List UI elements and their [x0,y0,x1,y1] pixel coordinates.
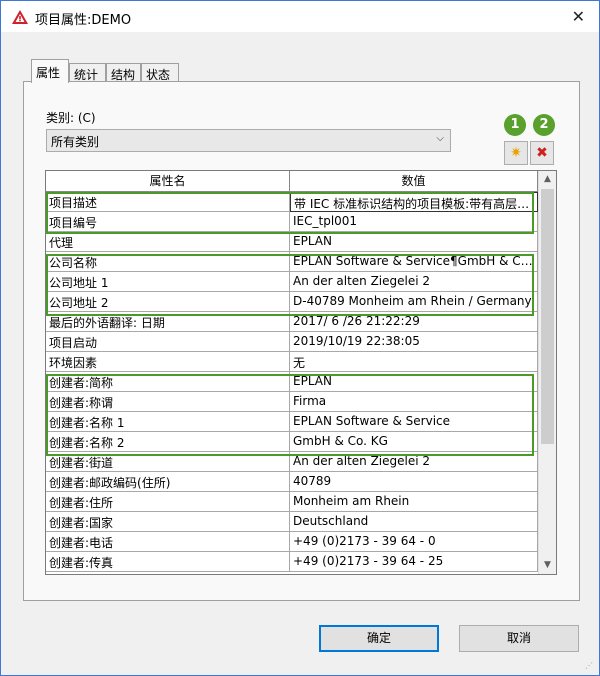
table-row[interactable]: 创建者:名称 1 EPLAN Software & Service [46,412,538,432]
chevron-down-icon: ⌵ [436,133,444,144]
title-bar: 项目属性:DEMO ✕ [1,1,599,32]
property-value-cell[interactable]: 2019/10/19 22:38:05 [290,332,538,352]
property-name-cell[interactable]: 创建者:简称 [46,372,290,392]
property-name-cell[interactable]: 创建者:电话 [46,532,290,552]
property-value-cell[interactable]: GmbH & Co. KG [290,432,538,452]
property-name-cell[interactable]: 项目编号 [46,212,290,232]
eplan-warning-icon [12,10,28,24]
property-name-cell[interactable]: 创建者:街道 [46,452,290,472]
new-property-button[interactable]: ✷ [504,141,528,165]
window-title: 项目属性:DEMO [35,13,132,28]
property-name-cell[interactable]: 创建者:名称 1 [46,412,290,432]
table-header: 属性名 数值 [46,171,538,192]
category-selected-value: 所有类别 [51,135,100,149]
properties-panel: 类别: (C) 所有类别 ⌵ 1 2 ✷ ✖ 属性名 数值 项目描述带 IEC … [23,81,580,601]
property-value-cell[interactable]: 无 [290,352,538,372]
table-row[interactable]: 公司名称 EPLAN Software & Service¶GmbH & Co… [46,252,538,272]
property-name-cell[interactable]: 公司名称 [46,252,290,272]
property-name-cell[interactable]: 创建者:邮政编码(住所) [46,472,290,492]
tab-properties[interactable]: 属性 [31,59,69,83]
scroll-up-icon[interactable]: ▲ [539,171,556,188]
property-value-cell[interactable]: EPLAN Software & Service¶GmbH & Co… [290,252,538,272]
callout-badge-2: 2 [533,114,555,136]
table-row[interactable]: 创建者:传真 +49 (0)2173 - 39 64 - 25 [46,552,538,572]
tab-status[interactable]: 状态 [141,63,179,82]
category-select[interactable]: 所有类别 ⌵ [46,129,451,152]
property-value-cell[interactable]: EPLAN [290,372,538,392]
scroll-down-icon[interactable]: ▼ [539,557,556,574]
property-value-cell[interactable]: +49 (0)2173 - 39 64 - 0 [290,532,538,552]
property-name-cell[interactable]: 项目启动 [46,332,290,352]
property-name-cell[interactable]: 项目描述 [46,192,290,212]
property-value-cell[interactable]: EPLAN Software & Service [290,412,538,432]
table-row[interactable]: 项目编号 IEC_tpl001 [46,212,538,232]
table-row[interactable]: 创建者:简称 EPLAN [46,372,538,392]
property-value-cell[interactable]: Firma [290,392,538,412]
property-name-cell[interactable]: 代理 [46,232,290,252]
category-label: 类别: (C) [46,111,96,125]
cancel-button[interactable]: 取消 [459,625,579,652]
callout-badge-1: 1 [504,114,526,136]
delete-x-icon: ✖ [536,145,548,161]
property-value-cell[interactable]: EPLAN [290,232,538,252]
close-icon[interactable]: ✕ [572,7,585,26]
column-header-value[interactable]: 数值 [290,171,538,192]
column-header-name[interactable]: 属性名 [46,171,290,192]
property-value-cell[interactable]: IEC_tpl001 [290,212,538,232]
property-value-cell[interactable]: An der alten Ziegelei 2 [290,452,538,472]
property-name-cell[interactable]: 创建者:传真 [46,552,290,572]
table-row[interactable]: 公司地址 2 D-40789 Monheim am Rhein / Germany [46,292,538,312]
property-value-cell[interactable]: Deutschland [290,512,538,532]
property-name-cell[interactable]: 创建者:国家 [46,512,290,532]
tab-statistics[interactable]: 统计 [69,63,106,82]
delete-property-button[interactable]: ✖ [530,141,554,165]
table-row[interactable]: 环境因素无 [46,352,538,372]
table-row[interactable]: 创建者:国家 Deutschland [46,512,538,532]
property-name-cell[interactable]: 公司地址 2 [46,292,290,312]
property-value-cell[interactable]: 40789 [290,472,538,492]
property-name-cell[interactable]: 环境因素 [46,352,290,372]
new-star-icon: ✷ [510,145,522,161]
property-value-cell[interactable]: An der alten Ziegelei 2 [290,272,538,292]
table-row[interactable]: 项目描述带 IEC 标准标识结构的项目模板:带有高层… [46,192,538,212]
property-value-cell[interactable]: +49 (0)2173 - 39 64 - 25 [290,552,538,572]
property-name-cell[interactable]: 创建者:称谓 [46,392,290,412]
table-row[interactable]: 最后的外语翻译: 日期 2017/ 6 /26 21:22:29 [46,312,538,332]
property-name-cell[interactable]: 创建者:名称 2 [46,432,290,452]
scroll-thumb[interactable] [541,189,554,444]
table-row[interactable]: 创建者:称谓 Firma [46,392,538,412]
vertical-scrollbar[interactable]: ▲ ▼ [538,171,556,574]
project-properties-dialog: 项目属性:DEMO ✕ 属性 统计 结构 状态 类别: (C) 所有类别 ⌵ 1… [0,0,600,676]
table-row[interactable]: 创建者:住所 Monheim am Rhein [46,492,538,512]
table-row[interactable]: 创建者:名称 2 GmbH & Co. KG [46,432,538,452]
property-value-cell[interactable]: D-40789 Monheim am Rhein / Germany [290,292,538,312]
property-name-cell[interactable]: 公司地址 1 [46,272,290,292]
property-value-cell[interactable]: Monheim am Rhein [290,492,538,512]
ok-button[interactable]: 确定 [319,625,439,652]
property-value-cell[interactable]: 带 IEC 标准标识结构的项目模板:带有高层… [290,192,538,212]
table-row[interactable]: 创建者:邮政编码(住所) 40789 [46,472,538,492]
property-name-cell[interactable]: 最后的外语翻译: 日期 [46,312,290,332]
table-row[interactable]: 代理 EPLAN [46,232,538,252]
resize-grip-icon[interactable]: ⋰ [585,661,595,671]
property-value-cell[interactable]: 2017/ 6 /26 21:22:29 [290,312,538,332]
property-name-cell[interactable]: 创建者:住所 [46,492,290,512]
table-row[interactable]: 创建者:街道 An der alten Ziegelei 2 [46,452,538,472]
properties-table[interactable]: 属性名 数值 项目描述带 IEC 标准标识结构的项目模板:带有高层… 项目编号 IE… [45,170,557,575]
table-row[interactable]: 项目启动 2019/10/19 22:38:05 [46,332,538,352]
table-row[interactable]: 公司地址 1 An der alten Ziegelei 2 [46,272,538,292]
tab-structure[interactable]: 结构 [106,63,141,82]
table-row[interactable]: 创建者:电话 +49 (0)2173 - 39 64 - 0 [46,532,538,552]
